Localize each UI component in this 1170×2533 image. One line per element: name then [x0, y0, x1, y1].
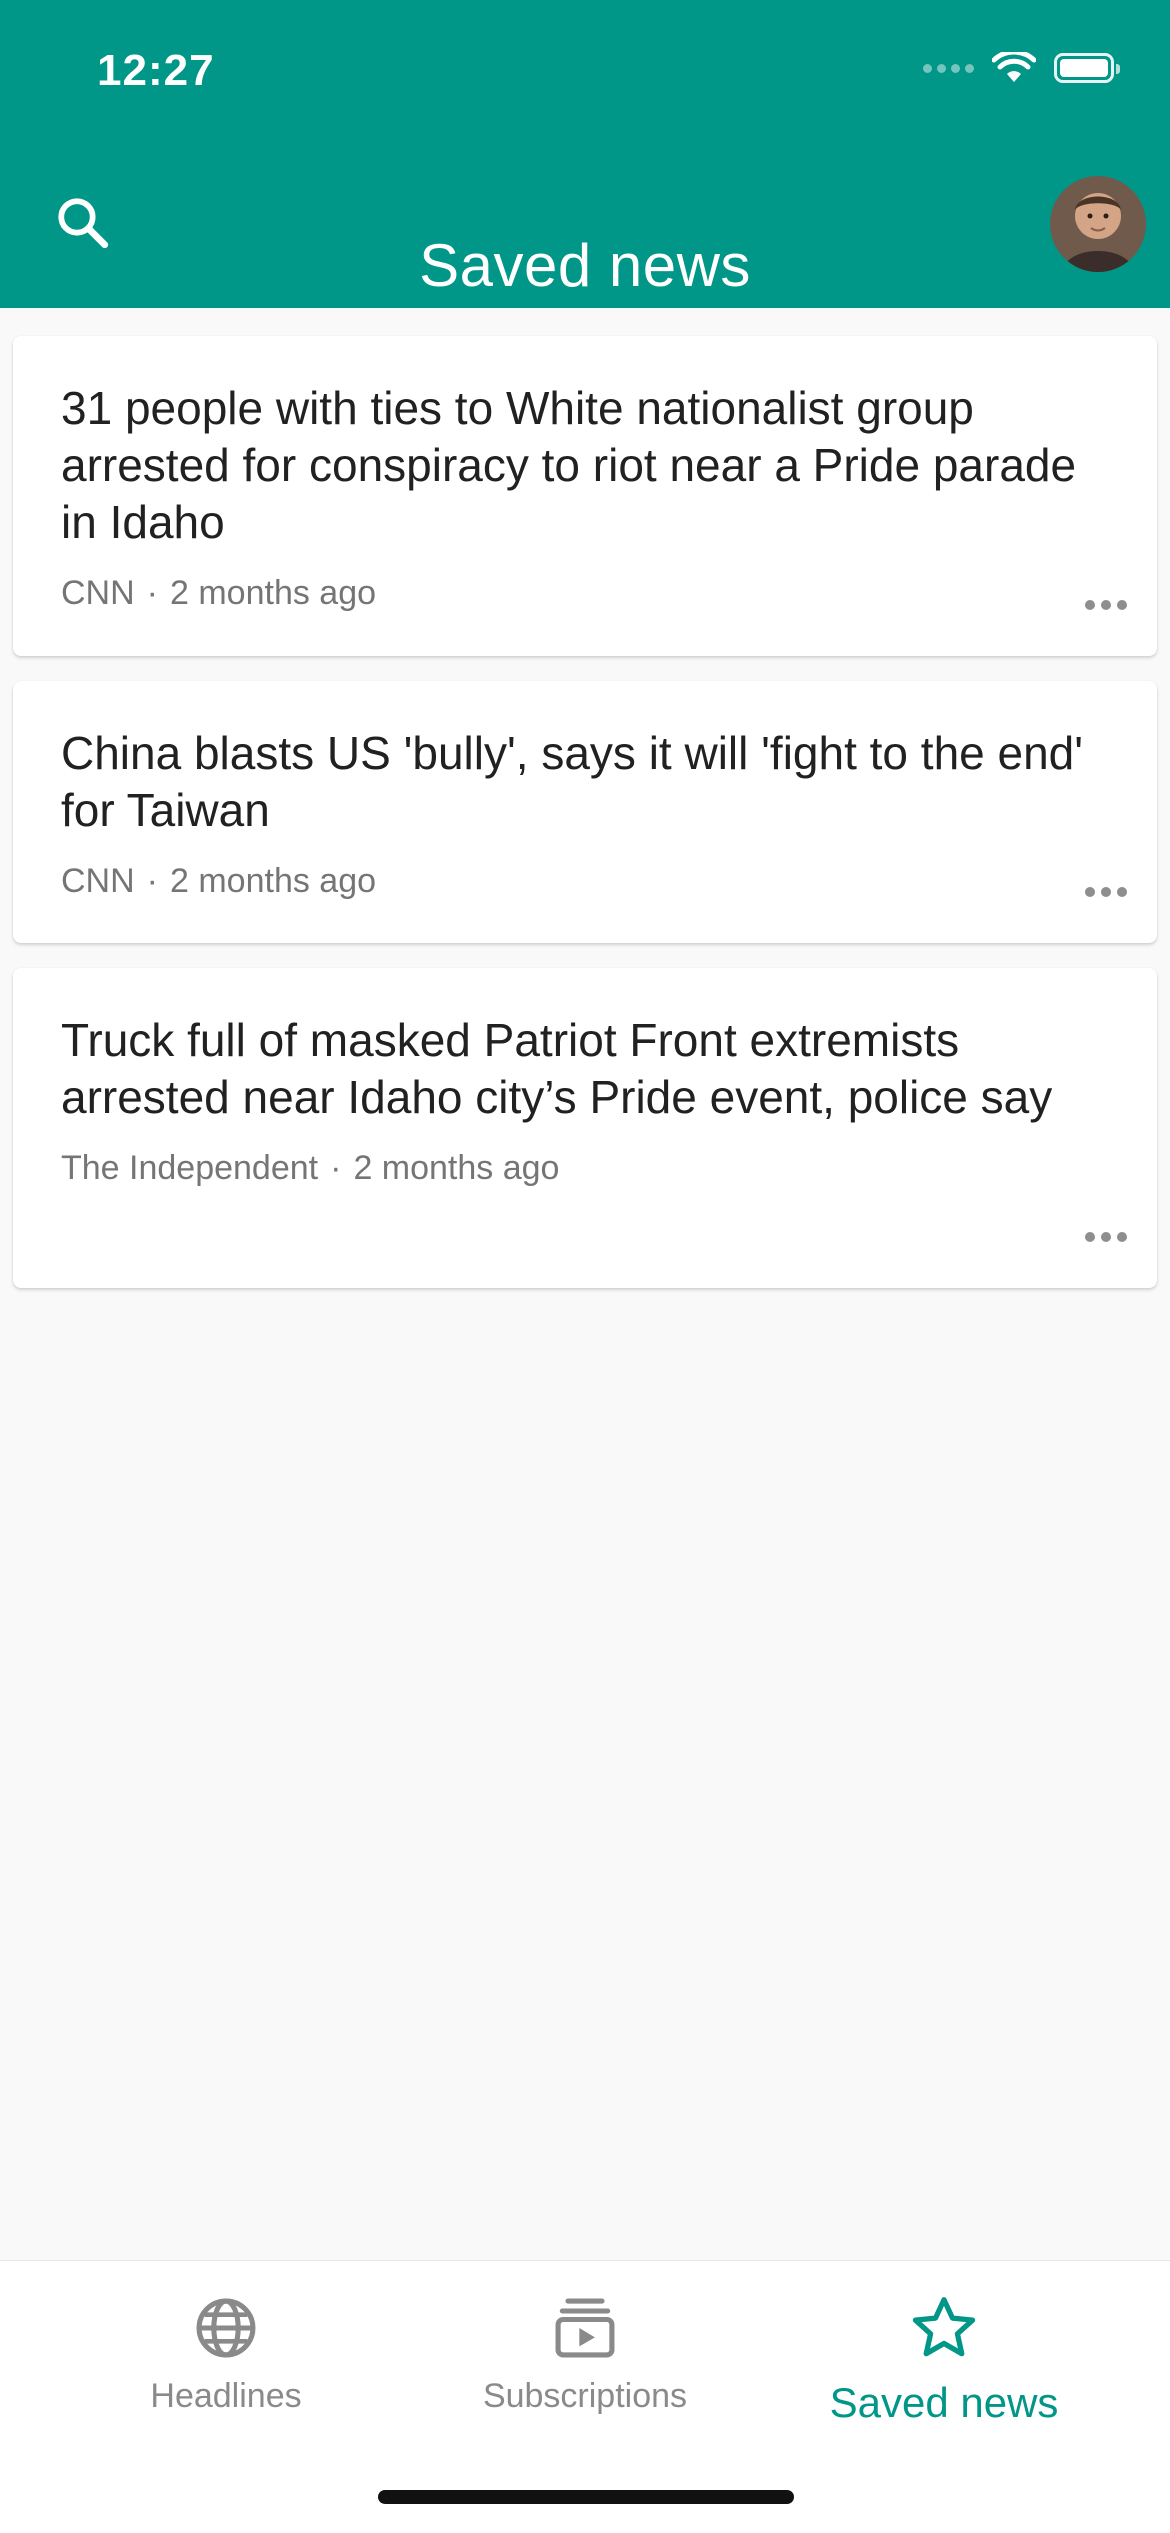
news-card-title: China blasts US 'bully', says it will 'f… [61, 727, 1084, 836]
news-source: CNN [61, 574, 135, 612]
more-dot-icon [1101, 1232, 1111, 1242]
battery-icon [1054, 53, 1120, 83]
more-dot-icon [1085, 600, 1095, 610]
globe-icon [196, 2298, 256, 2358]
nav-label-headlines: Headlines [150, 2377, 302, 2415]
cellular-signal-icon [923, 63, 974, 73]
nav-label-saved-news: Saved news [829, 2379, 1059, 2426]
more-dot-icon [1117, 600, 1127, 610]
star-outline-icon [912, 2297, 976, 2357]
meta-separator: · [146, 574, 158, 612]
nav-label-subscriptions: Subscriptions [482, 2377, 688, 2415]
nav-item-headlines[interactable]: Headlines [76, 2291, 376, 2416]
home-indicator[interactable] [378, 2490, 794, 2504]
news-card-meta: CNN · 2 months ago [61, 861, 1109, 901]
news-time: 2 months ago [170, 862, 377, 900]
meta-separator: · [330, 1149, 342, 1187]
news-card-title: 31 people with ties to White nationalist… [61, 382, 1077, 548]
more-dot-icon [1101, 887, 1111, 897]
news-source: CNN [61, 862, 135, 900]
status-time: 12:27 [97, 46, 215, 95]
more-options-button[interactable] [1085, 594, 1127, 616]
subscriptions-icon [555, 2298, 615, 2358]
profile-avatar[interactable] [1050, 176, 1146, 272]
page-title: Saved news [419, 232, 751, 300]
more-dot-icon [1117, 1232, 1127, 1242]
news-card[interactable]: China blasts US 'bully', says it will 'f… [13, 681, 1157, 943]
news-time: 2 months ago [170, 574, 377, 612]
news-card[interactable]: 31 people with ties to White nationalist… [13, 336, 1157, 656]
status-icons [923, 52, 1120, 84]
more-dot-icon [1117, 887, 1127, 897]
more-dot-icon [1101, 600, 1111, 610]
nav-item-saved-news[interactable]: Saved news [794, 2291, 1094, 2427]
news-time: 2 months ago [353, 1149, 560, 1187]
more-dot-icon [1085, 1232, 1095, 1242]
more-options-button[interactable] [1085, 1226, 1127, 1248]
meta-separator: · [146, 862, 158, 900]
news-card-meta: CNN · 2 months ago [61, 573, 1109, 613]
more-options-button[interactable] [1085, 881, 1127, 903]
user-avatar-icon [1050, 176, 1146, 272]
more-dot-icon [1085, 887, 1095, 897]
news-card[interactable]: Truck full of masked Patriot Front extre… [13, 968, 1157, 1288]
news-card-title: Truck full of masked Patriot Front extre… [61, 1014, 1053, 1123]
news-source: The Independent [61, 1149, 319, 1187]
app-bar: 12:27 Saved news [0, 0, 1170, 308]
nav-item-subscriptions[interactable]: Subscriptions [435, 2291, 735, 2416]
news-card-meta: The Independent · 2 months ago [61, 1148, 1109, 1188]
wifi-icon [992, 52, 1036, 82]
